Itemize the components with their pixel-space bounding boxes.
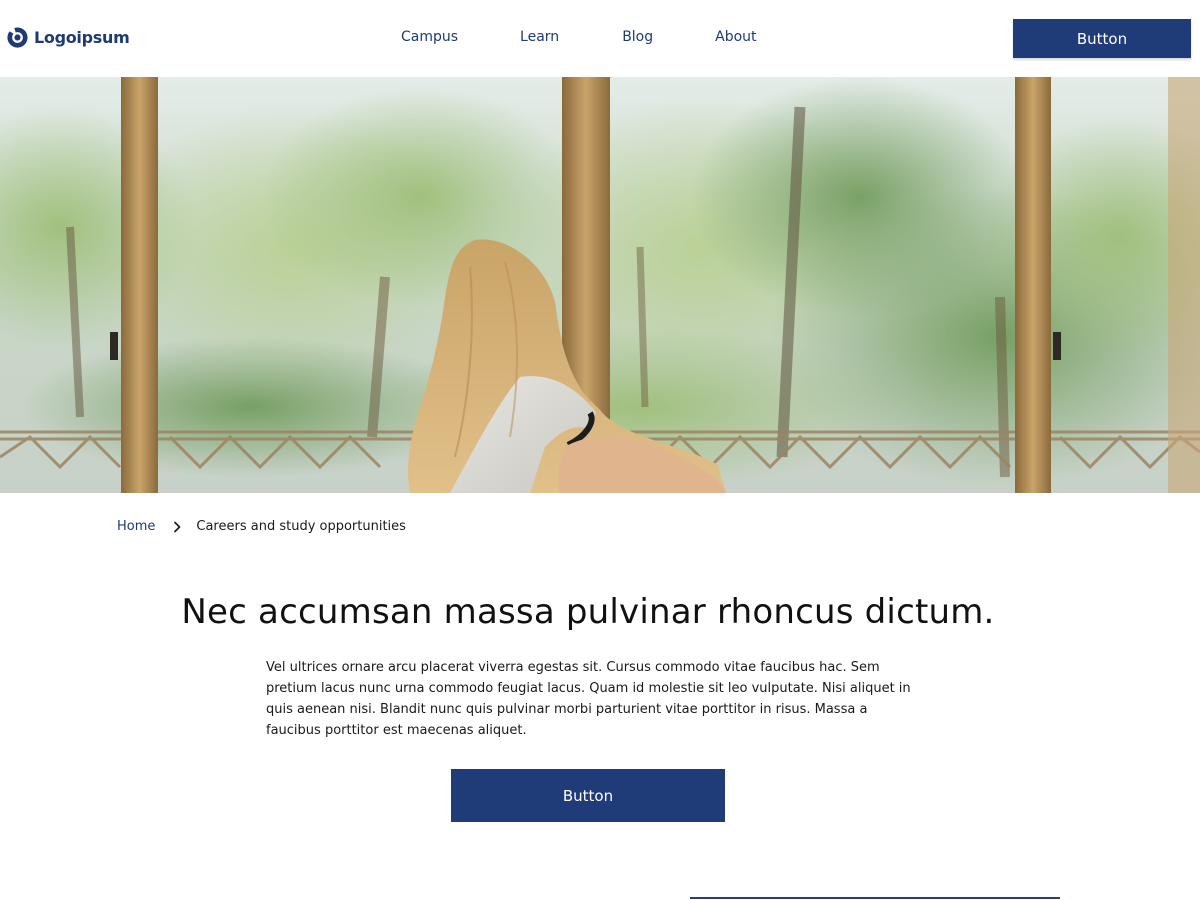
header-button[interactable]: Button (1013, 19, 1191, 58)
nav-link-campus[interactable]: Campus (401, 29, 458, 45)
logo[interactable]: Logoipsum (6, 26, 130, 49)
breadcrumb-current: Careers and study opportunities (196, 519, 406, 534)
primary-button[interactable]: Button (451, 769, 725, 822)
logo-text: Logoipsum (34, 28, 130, 47)
page-headline: Nec accumsan massa pulvinar rhoncus dict… (181, 592, 995, 632)
hero-photo (0, 77, 1200, 493)
nav-link-blog[interactable]: Blog (622, 29, 653, 45)
chevron-right-icon (174, 521, 181, 532)
breadcrumb: Home Careers and study opportunities (117, 519, 406, 534)
nav-link-learn[interactable]: Learn (520, 29, 559, 45)
nav-link-about[interactable]: About (715, 29, 756, 45)
breadcrumb-home-link[interactable]: Home (117, 519, 155, 534)
hero-image (0, 77, 1200, 493)
site-header: Logoipsum Campus Learn Blog About Button (0, 0, 1200, 77)
logo-mark-icon (7, 27, 28, 48)
body-paragraph: Vel ultrices ornare arcu placerat viverr… (266, 660, 911, 738)
main-nav: Campus Learn Blog About (401, 29, 757, 45)
divider (690, 897, 1060, 899)
